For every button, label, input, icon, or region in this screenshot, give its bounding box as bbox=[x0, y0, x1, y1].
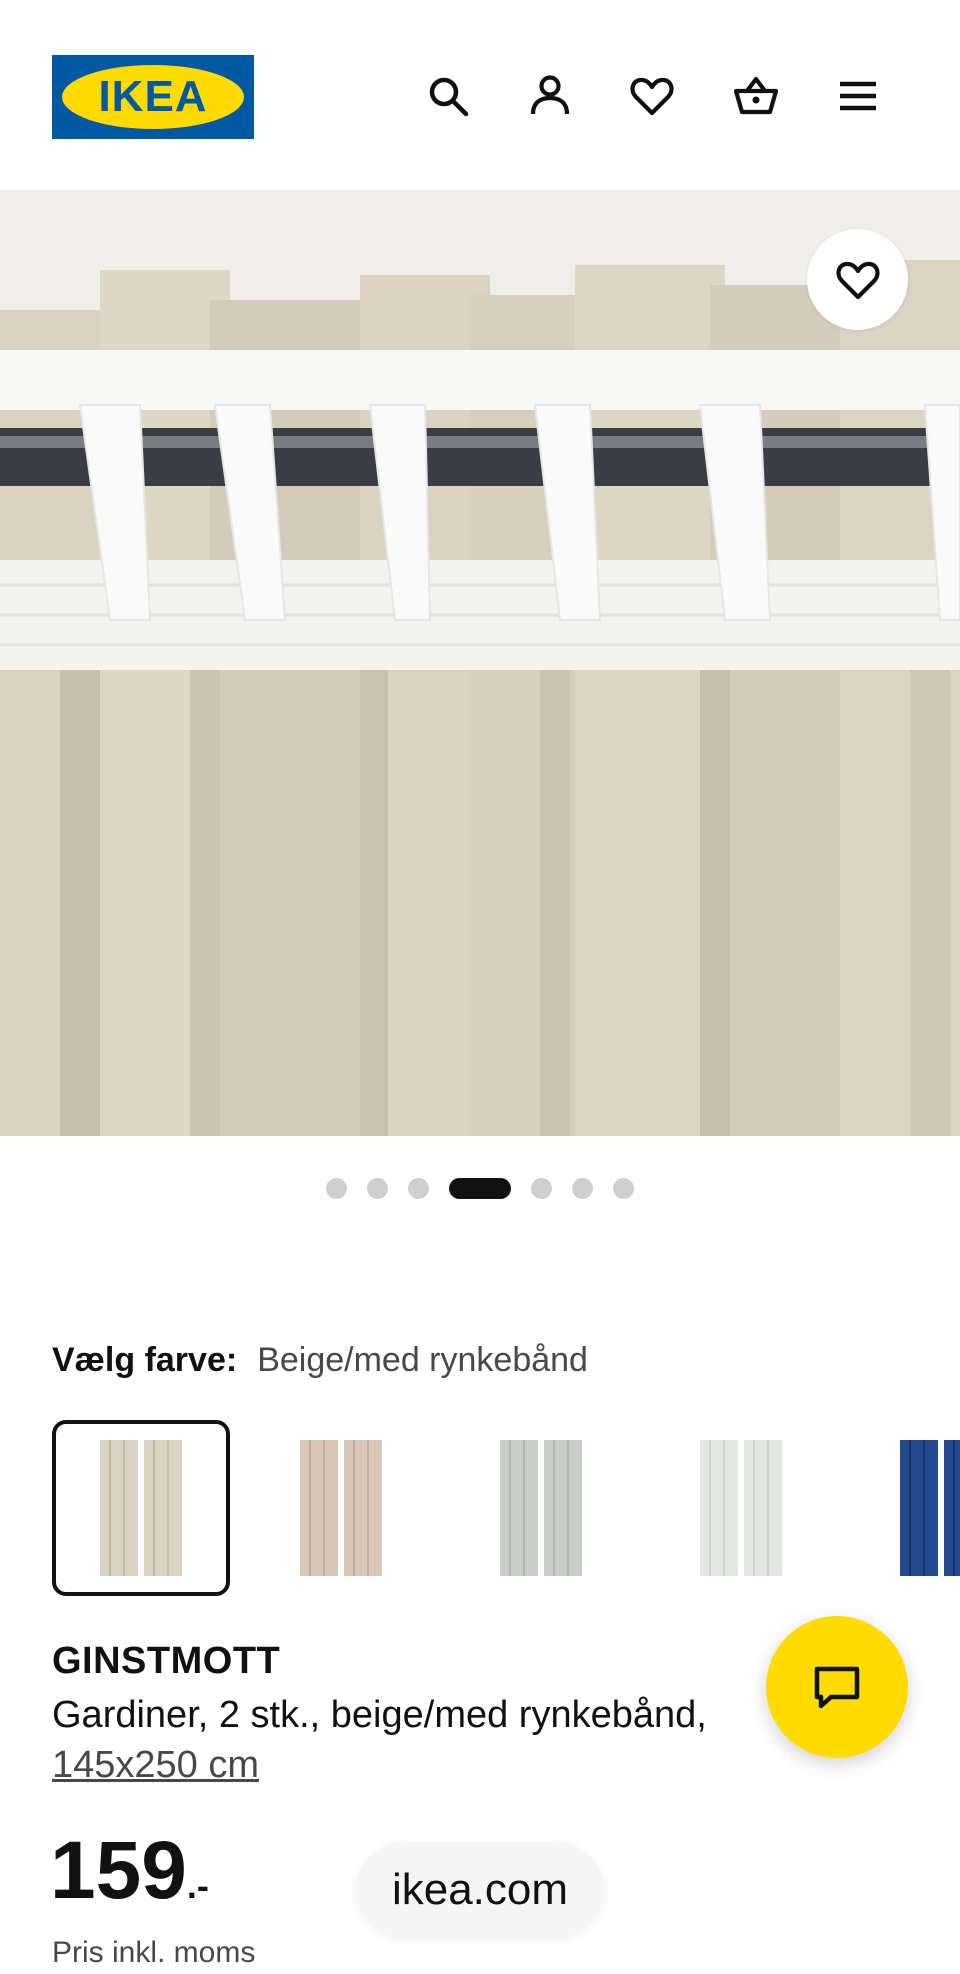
carousel-dot[interactable] bbox=[326, 1177, 347, 1199]
ikea-logo[interactable]: IKEA bbox=[52, 55, 254, 139]
price-note: Pris inkl. moms bbox=[52, 1936, 256, 1969]
logo-text: IKEA bbox=[98, 72, 208, 121]
product-description: Gardiner, 2 stk., beige/med rynkebånd, bbox=[52, 1694, 707, 1736]
color-swatch-beige-ringe[interactable] bbox=[252, 1420, 430, 1596]
color-swatch-white[interactable] bbox=[652, 1420, 830, 1596]
color-label: Vælg farve: bbox=[52, 1340, 238, 1379]
product-photo bbox=[0, 190, 960, 1136]
price-suffix: .- bbox=[186, 1865, 209, 1906]
product-name: GINSTMOTT bbox=[52, 1640, 281, 1682]
browser-url-bar[interactable]: ikea.com bbox=[356, 1842, 604, 1938]
heart-icon bbox=[835, 261, 880, 299]
curtain-thumbnail bbox=[900, 1440, 960, 1576]
product-price: 159.- bbox=[50, 1830, 209, 1912]
heart-icon[interactable] bbox=[624, 68, 680, 124]
curtain-thumbnail bbox=[500, 1440, 582, 1576]
carousel-dot-active[interactable] bbox=[449, 1177, 511, 1199]
color-swatch-beige-rynkebaand[interactable] bbox=[52, 1420, 230, 1596]
product-image-gallery[interactable] bbox=[0, 190, 960, 1136]
site-header: IKEA bbox=[0, 0, 960, 190]
price-main: 159 bbox=[50, 1825, 187, 1916]
curtain-thumbnail bbox=[700, 1440, 782, 1576]
basket-icon[interactable] bbox=[728, 68, 784, 124]
carousel-dot[interactable] bbox=[572, 1177, 593, 1199]
chat-icon bbox=[814, 1666, 860, 1709]
search-icon[interactable] bbox=[420, 68, 476, 124]
curtain-thumbnail bbox=[300, 1440, 382, 1576]
color-selected-value: Beige/med rynkebånd bbox=[257, 1340, 588, 1379]
carousel-dot[interactable] bbox=[531, 1177, 552, 1199]
color-swatch-light-grey[interactable] bbox=[452, 1420, 630, 1596]
color-swatch-dark-blue[interactable] bbox=[852, 1420, 960, 1596]
color-swatch-list bbox=[0, 1420, 960, 1596]
chat-button[interactable] bbox=[766, 1616, 908, 1758]
favorite-button[interactable] bbox=[807, 229, 908, 330]
color-chooser-label-row: Vælg farve: Beige/med rynkebånd bbox=[52, 1336, 588, 1384]
carousel-dot[interactable] bbox=[367, 1177, 388, 1199]
carousel-dot[interactable] bbox=[613, 1177, 634, 1199]
carousel-dot[interactable] bbox=[408, 1177, 429, 1199]
product-size-link[interactable]: 145x250 cm bbox=[52, 1744, 259, 1787]
user-icon[interactable] bbox=[522, 68, 578, 124]
curtain-thumbnail bbox=[100, 1440, 182, 1576]
menu-icon[interactable] bbox=[830, 68, 886, 124]
carousel-dots bbox=[0, 1176, 960, 1200]
